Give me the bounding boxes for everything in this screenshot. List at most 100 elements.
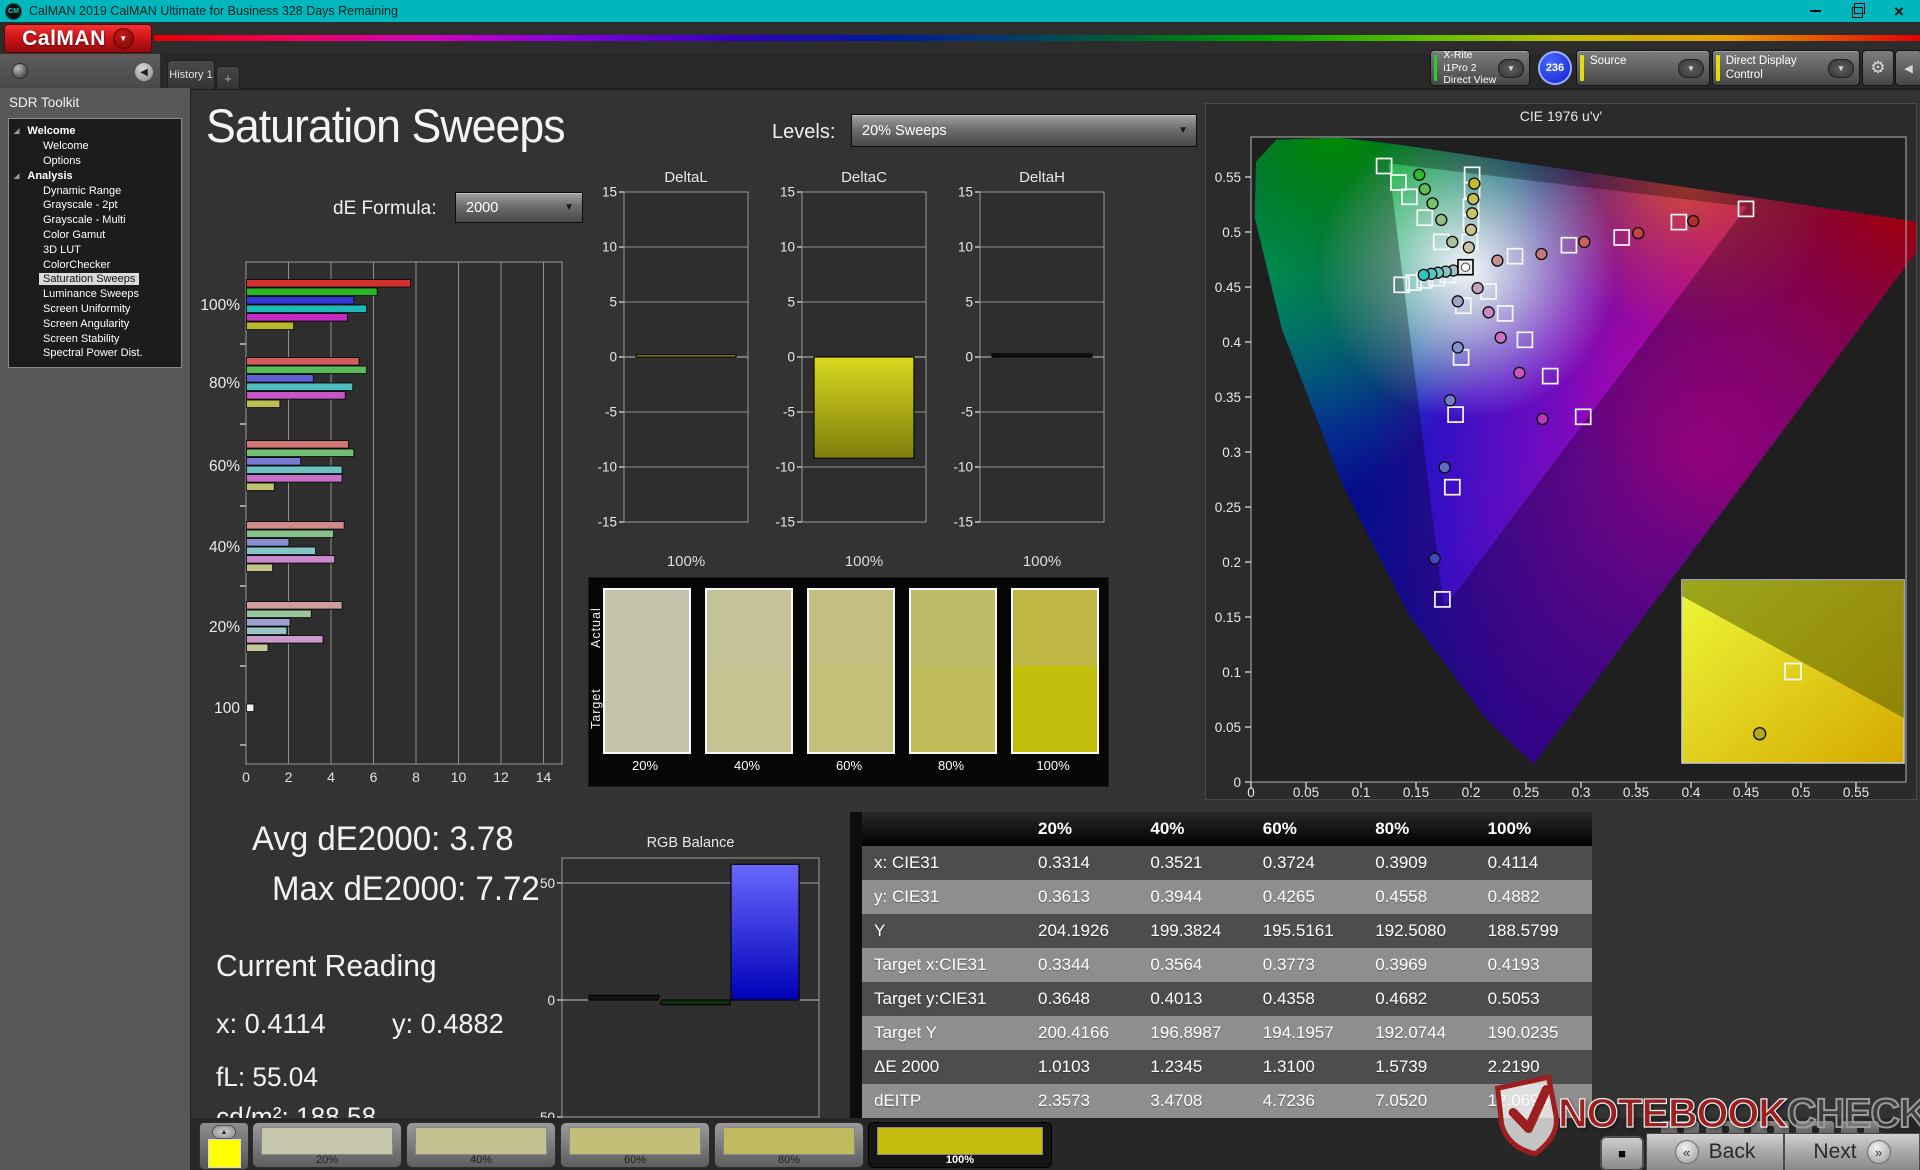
- svg-text:5: 5: [787, 295, 795, 310]
- table-cell: 0.3521: [1150, 853, 1203, 872]
- add-tab-button[interactable]: +: [216, 66, 240, 89]
- display-control-selector[interactable]: Direct Display Control ▼: [1712, 50, 1860, 86]
- svg-text:15: 15: [602, 185, 617, 200]
- table-cell: 195.5161: [1262, 921, 1334, 940]
- sidebar-collapse-button[interactable]: ◀: [134, 62, 154, 82]
- transport-icon: [1856, 1126, 1864, 1133]
- sidebar-item-spectral-power-dist-[interactable]: Spectral Power Dist.: [9, 346, 181, 361]
- table-cell: 0.4193: [1487, 955, 1540, 974]
- svg-text:0: 0: [1247, 785, 1255, 799]
- saturation-button-100%[interactable]: 100%: [868, 1122, 1052, 1168]
- sidebar-item-luminance-sweeps[interactable]: Luminance Sweeps: [9, 287, 181, 302]
- source-selector[interactable]: Source ▼: [1576, 50, 1710, 86]
- close-button[interactable]: ×: [1878, 0, 1920, 22]
- table-cell: 188.5799: [1487, 921, 1559, 940]
- sidebar-item-screen-angularity[interactable]: Screen Angularity: [9, 316, 181, 331]
- table-cell: 1.3100: [1262, 1057, 1315, 1076]
- sidebar-item-label: 3D LUT: [43, 243, 81, 256]
- sidebar: SDR Toolkit ◢ Welcome Welcome Options ◢ Analy…: [0, 88, 191, 1170]
- svg-text:0.05: 0.05: [1293, 785, 1319, 799]
- gear-icon: ⚙: [1870, 58, 1886, 77]
- measurement-count-badge[interactable]: 236: [1538, 51, 1572, 85]
- page-title: Saturation Sweeps: [206, 99, 566, 152]
- back-button[interactable]: « Back: [1646, 1133, 1784, 1170]
- next-button[interactable]: Next »: [1784, 1133, 1920, 1170]
- sidebar-item-3d-lut[interactable]: 3D LUT: [9, 242, 181, 257]
- sidebar-item-screen-uniformity[interactable]: Screen Uniformity: [9, 302, 181, 317]
- meter-name: X-Rite i1Pro 2: [1443, 49, 1477, 74]
- workflow-title: SDR Toolkit: [9, 95, 80, 110]
- saturation-button-label: 20%: [315, 1154, 339, 1166]
- sidebar-item-grayscale-2pt[interactable]: Grayscale - 2pt: [9, 198, 181, 213]
- maximize-icon: [1851, 3, 1865, 18]
- saturation-button-20%[interactable]: 20%: [252, 1122, 402, 1168]
- saturation-button-label: 100%: [945, 1154, 975, 1166]
- calman-logo-menu[interactable]: CalMAN ▼: [4, 24, 152, 53]
- sidebar-item-color-gamut[interactable]: Color Gamut: [9, 228, 181, 243]
- svg-text:15: 15: [780, 185, 795, 200]
- svg-text:10: 10: [451, 769, 467, 785]
- svg-text:-15: -15: [597, 515, 617, 530]
- table-row: x: CIE31 0.3314 0.3521 0.3724 0.3909 0.4114: [862, 846, 1592, 880]
- tab-history-1[interactable]: History 1: [167, 60, 215, 89]
- saturation-button-label: 40%: [469, 1154, 493, 1166]
- sidebar-item-label: Luminance Sweeps: [43, 288, 140, 301]
- svg-text:12: 12: [493, 769, 509, 785]
- maximize-button[interactable]: [1836, 0, 1878, 22]
- saturation-button-40%[interactable]: 40%: [406, 1122, 556, 1168]
- sidebar-item-screen-stability[interactable]: Screen Stability: [9, 331, 181, 346]
- meter-selector[interactable]: X-Rite i1Pro 2 Direct View ▼: [1430, 49, 1530, 86]
- table-cell: 192.5080: [1375, 921, 1447, 940]
- sidebar-item-welcome[interactable]: Welcome: [9, 139, 181, 154]
- sidebar-item-welcome[interactable]: ◢ Welcome: [9, 124, 181, 139]
- transport-icon: [1676, 1126, 1684, 1133]
- chevrons-left-icon: «: [1674, 1140, 1699, 1164]
- swatch-actual: [1013, 590, 1097, 666]
- swatch-actual: [707, 590, 791, 666]
- svg-text:0.2: 0.2: [1462, 785, 1481, 799]
- saturation-button-60%[interactable]: 60%: [560, 1122, 710, 1168]
- table-cell: 0.4265: [1262, 887, 1315, 906]
- sidebar-item-analysis[interactable]: ◢ Analysis: [9, 168, 181, 183]
- svg-text:0: 0: [547, 993, 555, 1008]
- saturation-button-80%[interactable]: 80%: [714, 1122, 864, 1168]
- svg-text:20%: 20%: [209, 619, 240, 636]
- minimize-button[interactable]: [1794, 0, 1836, 22]
- sidebar-item-label: Spectral Power Dist.: [43, 347, 143, 360]
- transport-icon: [1721, 1126, 1729, 1133]
- table-row: ΔE 2000 1.0103 1.2345 1.3100 1.5739 2.2190: [862, 1050, 1592, 1084]
- sidebar-item-label: Saturation Sweeps: [39, 273, 140, 286]
- sidebar-item-colorchecker[interactable]: ColorChecker: [9, 257, 181, 272]
- svg-text:10: 10: [958, 240, 973, 255]
- swatch-label: 80%: [937, 758, 965, 773]
- window-title: CalMAN 2019 CalMAN Ultimate for Business…: [29, 4, 398, 18]
- table-column-header: 80%: [1375, 819, 1410, 838]
- swatch-60%: [807, 588, 895, 754]
- expand-up-button[interactable]: ▲: [212, 1125, 236, 1139]
- de-formula-dropdown[interactable]: 2000 ▼: [455, 192, 583, 223]
- saturation-button-chip: [877, 1127, 1043, 1155]
- cie-chromaticity-diagram: 0 0.05 0.1 0.15 0.2 0.25 0.3 0.35 0.4 0.45 0.5 0.55…: [1206, 126, 1920, 804]
- sidebar-item-label: Grayscale - Multi: [43, 214, 126, 227]
- stop-button[interactable]: ■: [1600, 1136, 1644, 1170]
- swatch-actual: [911, 590, 995, 666]
- arrow-up-icon: ▲: [220, 1128, 228, 1136]
- panel-collapse-button[interactable]: ◀: [1895, 50, 1920, 86]
- saturation-button-chip: [415, 1127, 547, 1155]
- svg-text:0.3: 0.3: [1572, 785, 1591, 799]
- settings-button[interactable]: ⚙: [1862, 50, 1894, 86]
- sidebar-item-label: Options: [43, 154, 81, 167]
- avg-de2000-value: Avg dE2000: 3.78: [252, 820, 514, 858]
- table-cell: 3.4708: [1150, 1091, 1203, 1110]
- meter-status-strip: [1434, 55, 1438, 81]
- chevron-left-icon: ◀: [1904, 62, 1913, 75]
- saturation-button-label: 80%: [777, 1154, 801, 1166]
- sidebar-item-options[interactable]: Options: [9, 154, 181, 169]
- sidebar-item-dynamic-range[interactable]: Dynamic Range: [9, 183, 181, 198]
- svg-text:DeltaC: DeltaC: [841, 169, 887, 186]
- sidebar-item-grayscale-multi[interactable]: Grayscale - Multi: [9, 213, 181, 228]
- tree-expand-icon: ◢: [14, 172, 20, 180]
- svg-text:15: 15: [958, 185, 973, 200]
- sidebar-item-saturation-sweeps[interactable]: Saturation Sweeps: [9, 272, 181, 287]
- levels-dropdown[interactable]: 20% Sweeps ▼: [851, 114, 1197, 147]
